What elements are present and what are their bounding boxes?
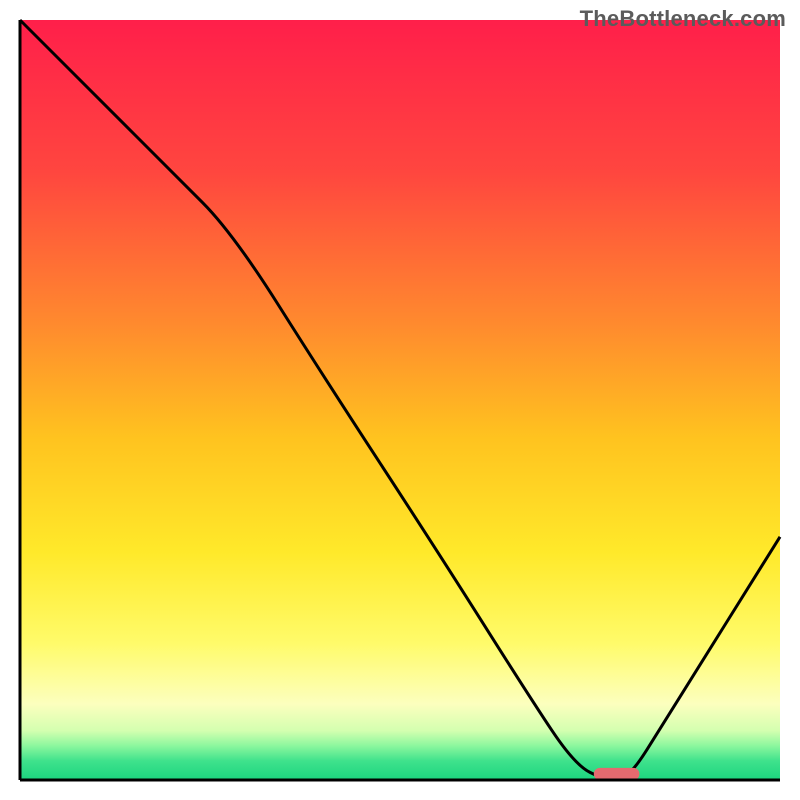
sweet-spot-marker: [594, 768, 640, 780]
watermark-text: TheBottleneck.com: [580, 6, 786, 32]
plot-area: [20, 20, 780, 780]
bottleneck-chart: TheBottleneck.com: [0, 0, 800, 800]
chart-svg: [0, 0, 800, 800]
